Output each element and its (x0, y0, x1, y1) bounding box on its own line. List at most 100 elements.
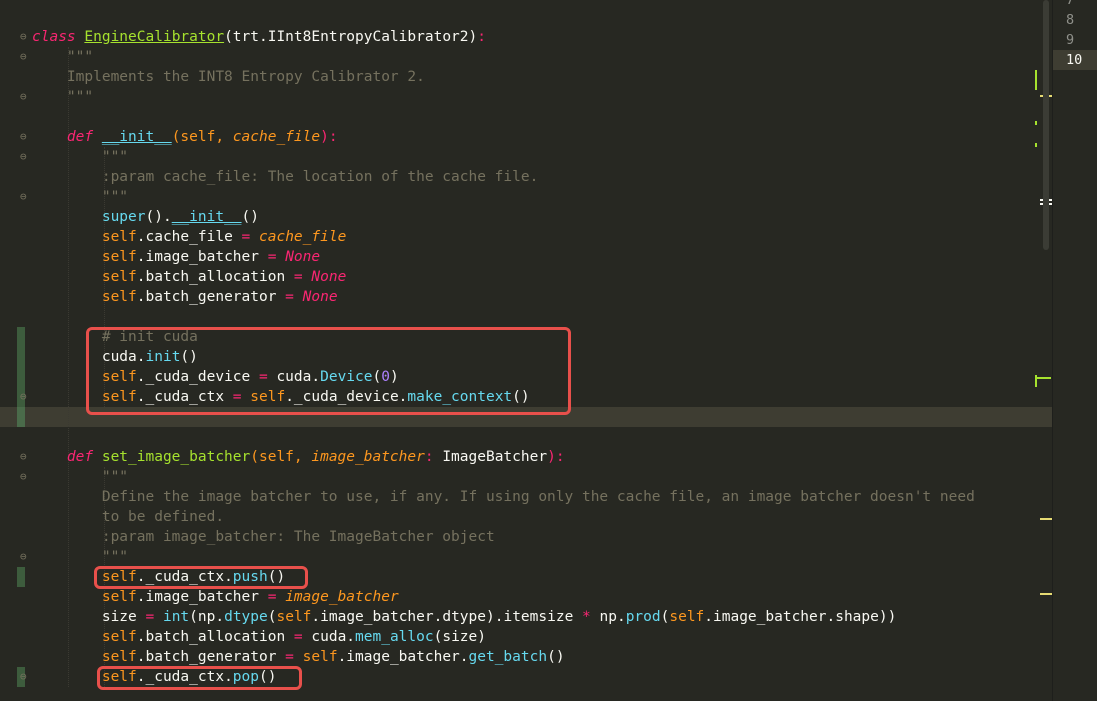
code-token: image_batcher (311, 449, 425, 465)
code-token: .image_batcher. (337, 649, 469, 665)
code-token: ): (320, 129, 338, 145)
code-line[interactable]: """ (32, 87, 93, 107)
code-token: self (101, 589, 137, 605)
code-line[interactable]: self.batch_allocation = None (32, 267, 346, 287)
code-token: """ (32, 49, 94, 65)
fold-end-icon[interactable]: ⊖ (20, 191, 30, 203)
fold-icon[interactable]: ⊖ (20, 31, 30, 43)
code-token: mem_alloc (355, 629, 434, 645)
code-editor[interactable]: ⊖ ⊖ ⊖ ⊖ ⊖ ⊖ ⊖ ⊖ ⊖ ⊖ ⊖ class EngineCalibr… (0, 0, 1052, 701)
code-token: ): (547, 449, 565, 465)
code-token: :param image_batcher: The ImageBatcher o… (32, 529, 495, 545)
code-token: prod (625, 609, 661, 625)
code-line[interactable]: self.image_batcher = None (32, 247, 320, 267)
code-token: (np. (189, 609, 225, 625)
code-line[interactable]: class EngineCalibrator(trt.IInt8EntropyC… (32, 27, 486, 47)
fold-icon[interactable]: ⊖ (20, 471, 30, 483)
code-token: .cache_file (136, 229, 242, 245)
code-token: = (241, 229, 259, 245)
code-line[interactable]: """ (32, 547, 128, 567)
code-token: np. (599, 609, 626, 625)
code-token: get_batch (468, 649, 548, 665)
code-token: .batch_generator (136, 289, 286, 305)
code-token: .batch_allocation (136, 629, 294, 645)
code-line[interactable]: """ (32, 147, 128, 167)
code-token: __init__ (171, 209, 242, 225)
code-line[interactable]: Implements the INT8 Entropy Calibrator 2… (32, 67, 425, 87)
code-token: def (66, 129, 102, 145)
code-token: __init__ (101, 129, 172, 145)
vertical-scrollbar-thumb[interactable] (1043, 0, 1049, 250)
fold-end-icon[interactable]: ⊖ (20, 671, 30, 683)
fold-end-icon[interactable]: ⊖ (20, 91, 30, 103)
code-line[interactable]: :param image_batcher: The ImageBatcher o… (32, 527, 495, 547)
code-token: .batch_generator (136, 649, 286, 665)
code-token: = (145, 609, 163, 625)
code-token: super (101, 209, 146, 225)
code-line[interactable]: self.cache_file = cache_file (32, 227, 346, 247)
code-token: to be defined. (32, 509, 225, 525)
code-token: self (101, 229, 137, 245)
code-token: image_batcher (285, 589, 399, 605)
code-token: = (293, 629, 312, 645)
fold-icon[interactable]: ⊖ (20, 51, 30, 63)
code-line[interactable]: :param cache_file: The location of the c… (32, 167, 539, 187)
code-line[interactable]: """ (32, 467, 128, 487)
code-line[interactable]: super().__init__() (32, 207, 259, 227)
code-line[interactable]: self.batch_generator = self.image_batche… (32, 647, 565, 667)
code-token: ImageBatcher (442, 449, 548, 465)
code-token: .image_batcher.dtype).itemsize (311, 609, 583, 625)
code-token: Implements the INT8 Entropy Calibrator 2… (32, 69, 425, 85)
code-line[interactable]: def set_image_batcher(self, image_batche… (32, 447, 565, 467)
code-token: cache_file (232, 129, 321, 145)
code-line[interactable]: to be defined. (32, 507, 224, 527)
code-token: .image_batcher (136, 249, 268, 265)
code-token: class (32, 29, 85, 45)
code-line[interactable]: self.batch_generator = None (32, 287, 338, 307)
code-token: .image_batcher (136, 589, 268, 605)
code-token: (). (145, 209, 172, 225)
code-token: Define the image batcher to use, if any.… (32, 489, 975, 505)
code-token: """ (32, 149, 129, 165)
code-token: :param cache_file: The location of the c… (32, 169, 539, 185)
line-number-panel: 7 8 9 10 (1052, 0, 1097, 701)
line-number: 9 (1066, 32, 1075, 48)
code-token: cache_file (259, 229, 347, 245)
code-token: () (547, 649, 565, 665)
code-token: self (669, 609, 705, 625)
code-token: int (162, 609, 190, 625)
code-token: self (302, 649, 338, 665)
code-line[interactable]: self.image_batcher = image_batcher (32, 587, 399, 607)
code-line[interactable]: Define the image batcher to use, if any.… (32, 487, 975, 507)
scroll-marker (1040, 593, 1052, 595)
fold-icon[interactable]: ⊖ (20, 451, 30, 463)
code-token: self (101, 249, 137, 265)
code-line[interactable]: """ (32, 47, 93, 67)
fold-icon[interactable]: ⊖ (20, 151, 30, 163)
code-token: * (582, 609, 600, 625)
code-line[interactable]: """ (32, 187, 128, 207)
code-token: size (32, 609, 146, 625)
code-token: = (267, 249, 286, 265)
code-token: = (285, 649, 303, 665)
code-line[interactable]: def __init__(self, cache_file): (32, 127, 338, 147)
code-line[interactable]: size = int(np.dtype(self.image_batcher.d… (32, 607, 897, 627)
scroll-marker (1040, 518, 1052, 520)
code-token: set_image_batcher (101, 449, 251, 465)
fold-end-icon[interactable]: ⊖ (20, 391, 30, 403)
fold-end-icon[interactable]: ⊖ (20, 551, 30, 563)
code-line[interactable]: self.batch_allocation = cuda.mem_alloc(s… (32, 627, 486, 647)
fold-icon[interactable]: ⊖ (20, 131, 30, 143)
code-token: None (311, 269, 347, 285)
code-token: (size) (433, 629, 486, 645)
code-token: """ (32, 89, 94, 105)
vcs-modified-marker (17, 567, 25, 587)
code-token: : (424, 449, 443, 465)
